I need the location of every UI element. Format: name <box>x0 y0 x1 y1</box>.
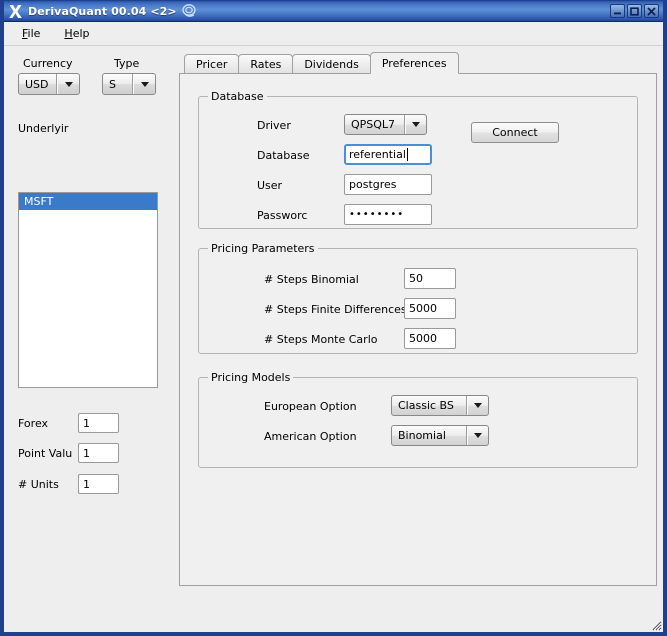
underlying-list[interactable]: MSFT <box>18 192 158 388</box>
tab-panel-preferences: Database Driver QPSQL7 Connect Database … <box>179 73 657 586</box>
tab-preferences[interactable]: Preferences <box>370 52 459 74</box>
units-input[interactable]: 1 <box>78 474 119 494</box>
resize-grip[interactable] <box>649 618 662 631</box>
menu-file-rest: ile <box>28 27 41 40</box>
driver-label: Driver <box>257 119 291 132</box>
tab-pricer[interactable]: Pricer <box>184 54 239 74</box>
steps-binomial-label: # Steps Binomial <box>264 273 359 286</box>
units-label: # Units <box>18 478 59 491</box>
european-option-label: European Option <box>264 400 357 413</box>
steps-monte-carlo-label: # Steps Monte Carlo <box>264 333 378 346</box>
database-label: Database <box>257 149 319 162</box>
chevron-down-icon <box>133 74 155 94</box>
x-logo-icon <box>7 3 24 20</box>
tab-dividends[interactable]: Dividends <box>292 54 371 74</box>
password-input[interactable]: •••••••• <box>344 204 432 225</box>
chevron-down-icon <box>467 396 488 415</box>
pricing-parameters-group-title: Pricing Parameters <box>208 242 318 255</box>
application-window: DerivaQuant 00.04 <2> File Help Currenc <box>0 0 667 636</box>
tab-widget: Pricer Rates Dividends Preferences Datab… <box>179 52 657 586</box>
database-group: Database Driver QPSQL7 Connect Database … <box>198 96 638 229</box>
steps-finite-differences-label: # Steps Finite Differences <box>264 303 407 316</box>
type-select[interactable]: S <box>102 73 156 95</box>
list-item[interactable]: MSFT <box>19 193 157 210</box>
window-title: DerivaQuant 00.04 <2> <box>28 5 177 18</box>
pricing-models-group: Pricing Models European Option Classic B… <box>198 377 638 468</box>
european-option-select-value: Classic BS <box>392 396 467 415</box>
tab-rates[interactable]: Rates <box>238 54 293 74</box>
tab-bar: Pricer Rates Dividends Preferences <box>179 52 657 74</box>
title-bar[interactable]: DerivaQuant 00.04 <2> <box>4 1 663 22</box>
menu-help-rest: elp <box>73 27 90 40</box>
chevron-down-icon <box>405 115 426 134</box>
forex-input[interactable]: 1 <box>78 413 119 433</box>
currency-select-value: USD <box>19 74 57 94</box>
connect-button[interactable]: Connect <box>471 122 559 143</box>
menu-file[interactable]: File <box>12 24 50 43</box>
steps-monte-carlo-input[interactable]: 5000 <box>404 328 456 349</box>
type-label: Type <box>114 57 139 70</box>
left-panel: Currency Type USD S Underlyir MSFT Forex… <box>4 46 174 632</box>
spiral-icon <box>181 3 197 19</box>
point-value-label: Point Valu <box>18 447 76 460</box>
steps-binomial-input[interactable]: 50 <box>404 268 456 289</box>
close-button[interactable] <box>644 4 659 18</box>
window-controls <box>610 4 659 18</box>
chevron-down-icon <box>57 74 79 94</box>
driver-select[interactable]: QPSQL7 <box>344 114 427 135</box>
pricing-parameters-group: Pricing Parameters # Steps Binomial 50 #… <box>198 248 638 354</box>
underlying-label: Underlyir <box>18 122 78 135</box>
database-group-title: Database <box>208 90 267 103</box>
chevron-down-icon <box>467 426 488 445</box>
american-option-select-value: Binomial <box>392 426 467 445</box>
password-input-value: •••••••• <box>349 209 404 220</box>
menu-help[interactable]: Help <box>54 24 99 43</box>
currency-select[interactable]: USD <box>18 73 80 95</box>
driver-select-value: QPSQL7 <box>345 115 405 134</box>
european-option-select[interactable]: Classic BS <box>391 395 489 416</box>
text-caret <box>407 148 408 161</box>
database-input[interactable]: referential <box>344 144 432 165</box>
minimize-button[interactable] <box>610 4 625 18</box>
password-label: Passworc <box>257 209 313 222</box>
maximize-button[interactable] <box>627 4 642 18</box>
main-content: Currency Type USD S Underlyir MSFT Forex… <box>4 46 663 632</box>
type-select-value: S <box>103 74 133 94</box>
steps-finite-differences-input[interactable]: 5000 <box>404 298 456 319</box>
point-value-input[interactable]: 1 <box>78 443 119 463</box>
american-option-label: American Option <box>264 430 357 443</box>
american-option-select[interactable]: Binomial <box>391 425 489 446</box>
user-input[interactable]: postgres <box>344 174 432 195</box>
forex-label: Forex <box>18 417 48 430</box>
database-input-value: referential <box>349 148 406 161</box>
currency-label: Currency <box>23 57 73 70</box>
menu-help-mnemonic: H <box>64 27 72 40</box>
pricing-models-group-title: Pricing Models <box>208 371 293 384</box>
user-label: User <box>257 179 282 192</box>
menu-bar: File Help <box>4 22 663 46</box>
